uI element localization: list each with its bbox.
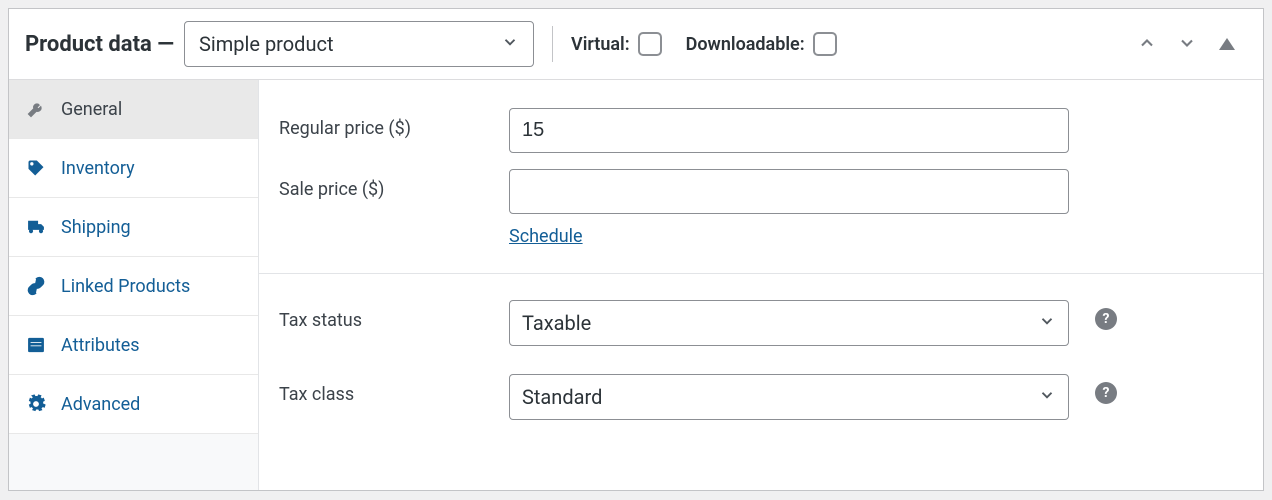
chevron-up-icon	[1137, 33, 1157, 56]
gear-icon	[25, 393, 47, 415]
general-tab-content: Regular price ($) Sale price ($) Schedul…	[259, 80, 1263, 490]
truck-icon	[25, 216, 47, 238]
panel-title: Product data —	[25, 32, 174, 57]
help-icon[interactable]: ?	[1095, 308, 1117, 330]
downloadable-checkbox-wrap: Downloadable:	[686, 32, 837, 56]
sidebar-item-general[interactable]: General	[9, 80, 258, 139]
chevron-down-icon	[1177, 33, 1197, 56]
tax-class-label: Tax class	[279, 374, 509, 405]
sidebar-item-shipping[interactable]: Shipping	[9, 198, 258, 257]
panel-body: General Inventory Shipping	[9, 80, 1263, 490]
tax-class-value: Standard	[522, 385, 602, 409]
virtual-label: Virtual:	[571, 34, 630, 55]
tax-status-row: Tax status Taxable ?	[279, 286, 1243, 360]
tax-class-select[interactable]: Standard	[509, 374, 1069, 420]
sidebar-item-inventory[interactable]: Inventory	[9, 139, 258, 198]
downloadable-checkbox[interactable]	[813, 32, 837, 56]
sale-price-input[interactable]	[509, 169, 1069, 214]
help-icon[interactable]: ?	[1095, 382, 1117, 404]
panel-title-dash: —	[152, 32, 174, 57]
sidebar-item-label: Linked Products	[61, 276, 190, 297]
tax-status-value: Taxable	[522, 311, 591, 335]
move-up-button[interactable]	[1127, 26, 1167, 62]
panel-toggle-group	[1127, 26, 1247, 62]
collapse-button[interactable]	[1207, 26, 1247, 62]
schedule-link[interactable]: Schedule	[509, 226, 583, 247]
product-type-select[interactable]: Simple product	[184, 21, 534, 67]
list-icon	[25, 334, 47, 356]
virtual-checkbox[interactable]	[638, 32, 662, 56]
sidebar-item-advanced[interactable]: Advanced	[9, 375, 258, 434]
vertical-divider	[552, 26, 553, 62]
chevron-down-icon	[501, 32, 519, 56]
regular-price-label: Regular price ($)	[279, 108, 509, 139]
regular-price-input[interactable]	[509, 108, 1069, 153]
chevron-down-icon	[1038, 385, 1056, 409]
panel-header: Product data — Simple product Virtual: D…	[9, 9, 1263, 80]
tax-status-select[interactable]: Taxable	[509, 300, 1069, 346]
sidebar-item-attributes[interactable]: Attributes	[9, 316, 258, 375]
regular-price-row: Regular price ($)	[279, 94, 1243, 167]
virtual-checkbox-wrap: Virtual:	[571, 32, 662, 56]
chevron-down-icon	[1038, 311, 1056, 335]
tax-class-row: Tax class Standard ?	[279, 360, 1243, 434]
sidebar-item-linked-products[interactable]: Linked Products	[9, 257, 258, 316]
sale-price-label: Sale price ($)	[279, 169, 509, 200]
product-data-sidebar: General Inventory Shipping	[9, 80, 259, 490]
wrench-icon	[25, 98, 47, 120]
sale-price-row: Sale price ($) Schedule	[279, 167, 1243, 261]
panel-title-text: Product data	[25, 32, 152, 57]
link-icon	[25, 275, 47, 297]
sidebar-item-label: Inventory	[61, 158, 135, 179]
sidebar-item-label: General	[61, 99, 122, 120]
downloadable-label: Downloadable:	[686, 34, 805, 55]
move-down-button[interactable]	[1167, 26, 1207, 62]
product-data-panel: Product data — Simple product Virtual: D…	[8, 8, 1264, 491]
sidebar-item-label: Shipping	[61, 217, 131, 238]
triangle-up-icon	[1219, 38, 1235, 50]
section-divider	[259, 273, 1263, 274]
product-type-value: Simple product	[199, 32, 333, 56]
tag-icon	[25, 157, 47, 179]
tax-status-label: Tax status	[279, 300, 509, 331]
sidebar-item-label: Attributes	[61, 335, 140, 356]
sidebar-item-label: Advanced	[61, 394, 140, 415]
